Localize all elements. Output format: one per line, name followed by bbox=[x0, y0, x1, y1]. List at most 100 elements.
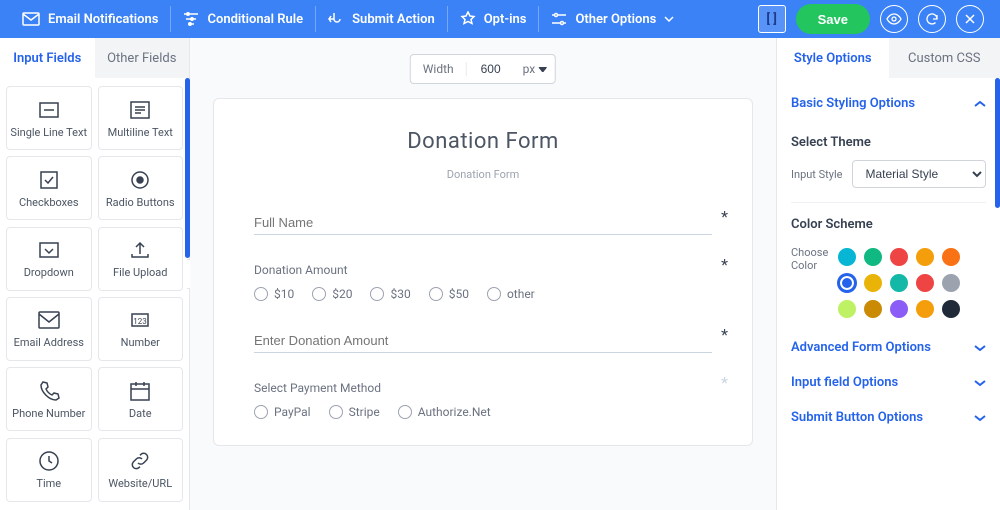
submit-action-button[interactable]: Submit Action bbox=[316, 0, 447, 38]
upload-icon bbox=[128, 238, 152, 262]
field-card-label: Single Line Text bbox=[10, 126, 87, 139]
color-swatch[interactable] bbox=[890, 274, 908, 292]
full-name-input[interactable] bbox=[254, 211, 712, 235]
select-theme-heading: Select Theme bbox=[791, 135, 986, 150]
radio-label: $30 bbox=[390, 287, 410, 301]
redo-button[interactable] bbox=[918, 5, 946, 33]
color-swatch[interactable] bbox=[916, 248, 934, 266]
submit-icon bbox=[328, 12, 344, 26]
canvas: Width px Donation Form Donation Form * D… bbox=[190, 38, 776, 510]
field-card-date[interactable]: Date bbox=[98, 367, 184, 431]
fields-grid: Single Line Text Multiline Text Checkboxes… bbox=[0, 78, 189, 510]
field-donation-amount[interactable]: Donation Amount $10$20$30$50other * bbox=[254, 263, 712, 301]
payment-option[interactable]: Stripe bbox=[329, 405, 380, 419]
close-button[interactable] bbox=[956, 5, 984, 33]
color-swatch[interactable] bbox=[890, 248, 908, 266]
field-full-name[interactable]: * bbox=[254, 211, 712, 235]
radio-label: Stripe bbox=[349, 405, 380, 419]
email-notifications-button[interactable]: Email Notifications bbox=[10, 0, 170, 38]
tab-style-options[interactable]: Style Options bbox=[777, 38, 889, 78]
chevron-up-icon bbox=[974, 100, 986, 108]
email-notifications-label: Email Notifications bbox=[48, 12, 158, 27]
color-swatch[interactable] bbox=[838, 274, 856, 292]
payment-option[interactable]: Authorize.Net bbox=[398, 405, 491, 419]
required-asterisk: * bbox=[721, 325, 728, 344]
donation-option[interactable]: $20 bbox=[312, 287, 352, 301]
chevron-down-icon bbox=[974, 344, 986, 352]
conditional-rule-button[interactable]: Conditional Rule bbox=[171, 0, 315, 38]
form-subtitle: Donation Form bbox=[254, 168, 712, 181]
code-bracket-button[interactable]: [ ] bbox=[758, 5, 786, 33]
optins-button[interactable]: Opt-ins bbox=[448, 0, 539, 38]
field-card-mail[interactable]: Email Address bbox=[6, 297, 92, 361]
color-swatch[interactable] bbox=[942, 248, 960, 266]
color-swatch[interactable] bbox=[838, 300, 856, 318]
payment-option[interactable]: PayPal bbox=[254, 405, 311, 419]
payment-method-label: Select Payment Method bbox=[254, 381, 712, 395]
tab-input-fields[interactable]: Input Fields bbox=[0, 38, 95, 78]
width-input[interactable] bbox=[467, 62, 515, 76]
field-card-label: Checkboxes bbox=[19, 196, 79, 209]
radio-icon bbox=[398, 405, 412, 419]
field-payment-method[interactable]: Select Payment Method PayPal Stripe Author… bbox=[254, 381, 712, 419]
field-card-upload[interactable]: File Upload bbox=[98, 227, 184, 291]
field-card-checkbox[interactable]: Checkboxes bbox=[6, 156, 92, 220]
width-unit-dropdown[interactable]: px bbox=[515, 62, 556, 76]
style-accordion: Basic Styling Options Select Theme Input… bbox=[777, 78, 1000, 510]
tab-other-fields[interactable]: Other Fields bbox=[95, 38, 190, 78]
preview-button[interactable] bbox=[880, 5, 908, 33]
field-card-label: Dropdown bbox=[24, 266, 74, 279]
right-scrollbar[interactable] bbox=[995, 78, 1000, 208]
save-button[interactable]: Save bbox=[796, 4, 870, 34]
payment-method-options: PayPal Stripe Authorize.Net bbox=[254, 405, 712, 419]
field-card-multiline[interactable]: Multiline Text bbox=[98, 86, 184, 150]
accordion-advanced-form[interactable]: Advanced Form Options bbox=[777, 330, 1000, 365]
color-swatch[interactable] bbox=[916, 300, 934, 318]
field-card-radio[interactable]: Radio Buttons bbox=[98, 156, 184, 220]
link-icon bbox=[128, 449, 152, 473]
color-swatch[interactable] bbox=[942, 274, 960, 292]
other-options-label: Other Options bbox=[575, 12, 656, 27]
field-card-label: Radio Buttons bbox=[106, 196, 175, 209]
chevron-down-icon bbox=[974, 414, 986, 422]
right-tabs: Style Options Custom CSS bbox=[777, 38, 1000, 78]
eye-icon bbox=[886, 13, 902, 25]
accordion-basic-styling[interactable]: Basic Styling Options bbox=[777, 86, 1000, 121]
main-layout: Input Fields Other Fields Single Line Te… bbox=[0, 38, 1000, 510]
donation-option[interactable]: other bbox=[487, 287, 535, 301]
enter-amount-input[interactable] bbox=[254, 329, 712, 353]
other-options-button[interactable]: Other Options bbox=[539, 0, 686, 38]
field-card-link[interactable]: Website/URL bbox=[98, 438, 184, 502]
color-swatch[interactable] bbox=[916, 274, 934, 292]
field-card-time[interactable]: Time bbox=[6, 438, 92, 502]
color-swatch[interactable] bbox=[942, 300, 960, 318]
field-card-phone[interactable]: Phone Number bbox=[6, 367, 92, 431]
sliders-icon bbox=[551, 12, 567, 26]
field-card-single-line[interactable]: Single Line Text bbox=[6, 86, 92, 150]
close-icon bbox=[964, 13, 976, 25]
tab-custom-css[interactable]: Custom CSS bbox=[889, 38, 1000, 78]
field-card-dropdown[interactable]: Dropdown bbox=[6, 227, 92, 291]
color-swatch[interactable] bbox=[864, 274, 882, 292]
radio-label: other bbox=[507, 287, 535, 301]
field-card-number[interactable]: 123Number bbox=[98, 297, 184, 361]
color-swatch[interactable] bbox=[838, 248, 856, 266]
donation-option[interactable]: $30 bbox=[370, 287, 410, 301]
input-style-select[interactable]: Material Style bbox=[852, 160, 986, 188]
date-icon bbox=[128, 379, 152, 403]
choose-color-label: Choose Color bbox=[791, 242, 828, 272]
field-enter-amount[interactable]: * bbox=[254, 329, 712, 353]
color-swatch[interactable] bbox=[864, 300, 882, 318]
field-card-label: Date bbox=[129, 407, 152, 420]
color-swatch[interactable] bbox=[890, 300, 908, 318]
accordion-submit-button[interactable]: Submit Button Options bbox=[777, 400, 1000, 435]
top-toolbar: Email Notifications Conditional Rule Sub… bbox=[0, 0, 1000, 38]
color-swatch[interactable] bbox=[864, 248, 882, 266]
radio-icon bbox=[370, 287, 384, 301]
donation-option[interactable]: $50 bbox=[429, 287, 469, 301]
phone-icon bbox=[37, 379, 61, 403]
accordion-input-field[interactable]: Input field Options bbox=[777, 365, 1000, 400]
donation-option[interactable]: $10 bbox=[254, 287, 294, 301]
input-style-row: Input Style Material Style bbox=[791, 160, 986, 188]
redo-icon bbox=[925, 12, 939, 26]
